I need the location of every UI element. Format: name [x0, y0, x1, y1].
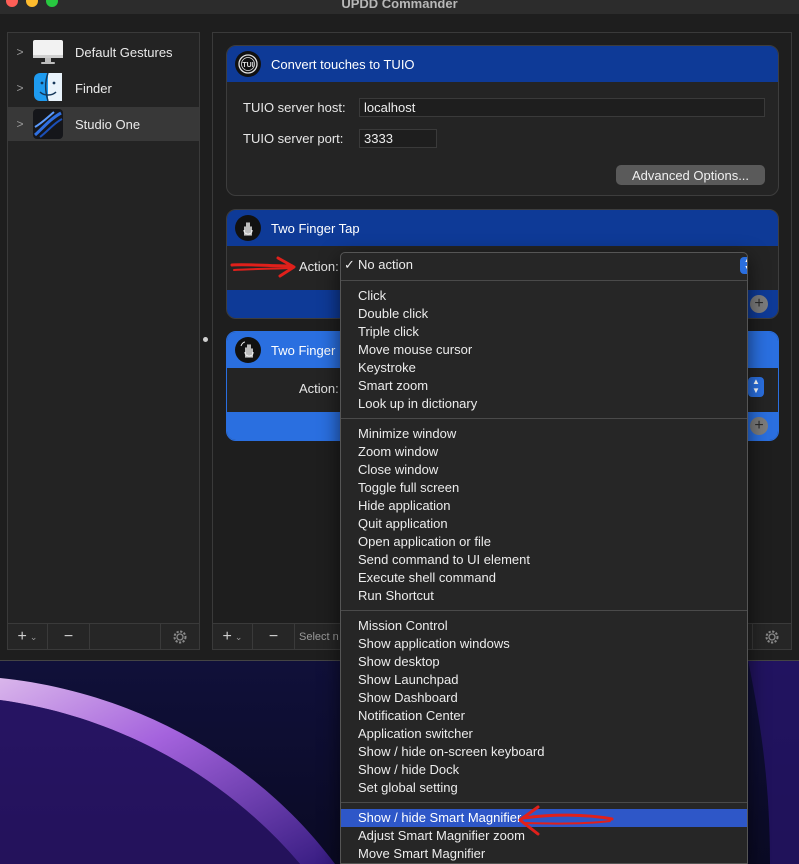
menu-item[interactable]: Show / hide Dock [341, 761, 747, 779]
action-select-stepper[interactable]: ▲▼ [740, 257, 747, 274]
gear-icon [173, 630, 187, 644]
remove-gesture-button[interactable]: − [253, 624, 295, 650]
menu-item[interactable]: Minimize window [341, 425, 747, 443]
menu-separator [341, 802, 747, 803]
menu-item[interactable]: Show / hide Smart Magnifier [341, 809, 747, 827]
tuio-host-label: TUIO server host: [243, 100, 346, 115]
menu-item[interactable]: Smart zoom [341, 377, 747, 395]
studio-one-icon [32, 109, 64, 139]
gesture-card-title: Two Finger [271, 342, 336, 358]
tuio-icon: TUI [235, 51, 261, 77]
menu-item[interactable]: Hide application [341, 497, 747, 515]
sidebar-item-label: Finder [75, 80, 112, 96]
tuio-card: TUI Convert touches to TUIO TUIO server … [226, 45, 779, 196]
menu-item[interactable]: Set global setting [341, 779, 747, 797]
add-app-button[interactable]: + ⌄ [8, 624, 48, 650]
menu-item[interactable]: Zoom window [341, 443, 747, 461]
action-select-stepper[interactable]: ▲▼ [748, 377, 764, 397]
menu-separator [341, 418, 747, 419]
tuio-card-header: TUI Convert touches to TUIO [227, 46, 778, 82]
plus-icon: + [17, 628, 27, 645]
action-label: Action: [299, 381, 339, 396]
menu-item[interactable]: Quit application [341, 515, 747, 533]
action-label: Action: [299, 259, 339, 274]
svg-text:TUI: TUI [242, 62, 253, 69]
sidebar-item-label: Default Gestures [75, 44, 173, 60]
hand-swipe-icon [235, 337, 261, 363]
menu-item[interactable]: Show Dashboard [341, 689, 747, 707]
sidebar-item-default-gestures[interactable]: > Default Gestures [8, 35, 199, 69]
chevron-right-icon[interactable]: > [8, 81, 32, 95]
add-gesture-button[interactable]: + ⌄ [213, 624, 253, 650]
menu-item[interactable]: Keystroke [341, 359, 747, 377]
settings-gear-button[interactable] [753, 624, 791, 650]
split-view-handle[interactable] [203, 337, 208, 342]
add-action-button[interactable]: + [750, 417, 768, 435]
tuio-port-label: TUIO server port: [243, 131, 344, 146]
menu-item[interactable]: Show desktop [341, 653, 747, 671]
tuio-port-field[interactable] [359, 129, 437, 148]
checkmark-icon: ✓ [344, 257, 355, 272]
menu-item[interactable]: Show Launchpad [341, 671, 747, 689]
menu-item[interactable]: Open application or file [341, 533, 747, 551]
finder-icon [32, 72, 64, 103]
menu-item[interactable]: Mission Control [341, 617, 747, 635]
sidebar-item-studio-one[interactable]: > Studio One [8, 107, 199, 141]
action-dropdown-menu: ✓ No action ▲▼ ClickDouble clickTriple c… [340, 252, 748, 864]
menu-item[interactable]: Show application windows [341, 635, 747, 653]
menu-item[interactable]: Execute shell command [341, 569, 747, 587]
menu-item[interactable]: Send command to UI element [341, 551, 747, 569]
sidebar-bottom-bar: + ⌄ − [8, 623, 199, 650]
minus-icon: − [268, 628, 279, 645]
gesture-card-title: Two Finger Tap [271, 220, 360, 236]
add-action-button[interactable]: + [750, 295, 768, 313]
sidebar: > Default Gestures > Finder > Studio One… [7, 32, 200, 650]
menu-item[interactable]: Show / hide on-screen keyboard [341, 743, 747, 761]
gear-icon [765, 630, 779, 644]
menu-item[interactable]: Run Shortcut [341, 587, 747, 605]
menu-item[interactable]: Close window [341, 461, 747, 479]
menu-item[interactable]: Move mouse cursor [341, 341, 747, 359]
menu-separator [341, 610, 747, 611]
sidebar-item-finder[interactable]: > Finder [8, 71, 199, 105]
menu-item[interactable]: Triple click [341, 323, 747, 341]
remove-app-button[interactable]: − [48, 624, 90, 650]
menu-item[interactable]: Toggle full screen [341, 479, 747, 497]
tuio-host-field[interactable] [359, 98, 765, 117]
sidebar-item-label: Studio One [75, 116, 141, 132]
menu-item-selected[interactable]: ✓ No action [341, 256, 747, 274]
window-title: UPDD Commander [341, 0, 458, 11]
chevron-right-icon[interactable]: > [8, 117, 32, 131]
plus-icon: + [222, 628, 232, 645]
menu-item[interactable]: Notification Center [341, 707, 747, 725]
menu-item[interactable]: Double click [341, 305, 747, 323]
menu-item[interactable]: Move Smart Magnifier [341, 845, 747, 863]
menu-item[interactable]: Application switcher [341, 725, 747, 743]
gesture-card-header: Two Finger Tap [227, 210, 778, 246]
menu-item[interactable]: Look up in dictionary [341, 395, 747, 413]
hand-tap-icon [235, 215, 261, 241]
chevron-down-icon: ⌄ [234, 631, 243, 642]
minus-icon: − [63, 628, 74, 645]
settings-gear-button[interactable] [161, 624, 199, 650]
menu-item[interactable]: Click [341, 287, 747, 305]
tuio-card-title: Convert touches to TUIO [271, 56, 415, 72]
chevron-down-icon: ⌄ [29, 631, 38, 642]
monitor-icon [32, 37, 64, 67]
advanced-options-button[interactable]: Advanced Options... [616, 165, 765, 185]
chevron-right-icon[interactable]: > [8, 45, 32, 59]
menu-item[interactable]: Adjust Smart Magnifier zoom [341, 827, 747, 845]
title-bar: UPDD Commander [0, 0, 799, 14]
